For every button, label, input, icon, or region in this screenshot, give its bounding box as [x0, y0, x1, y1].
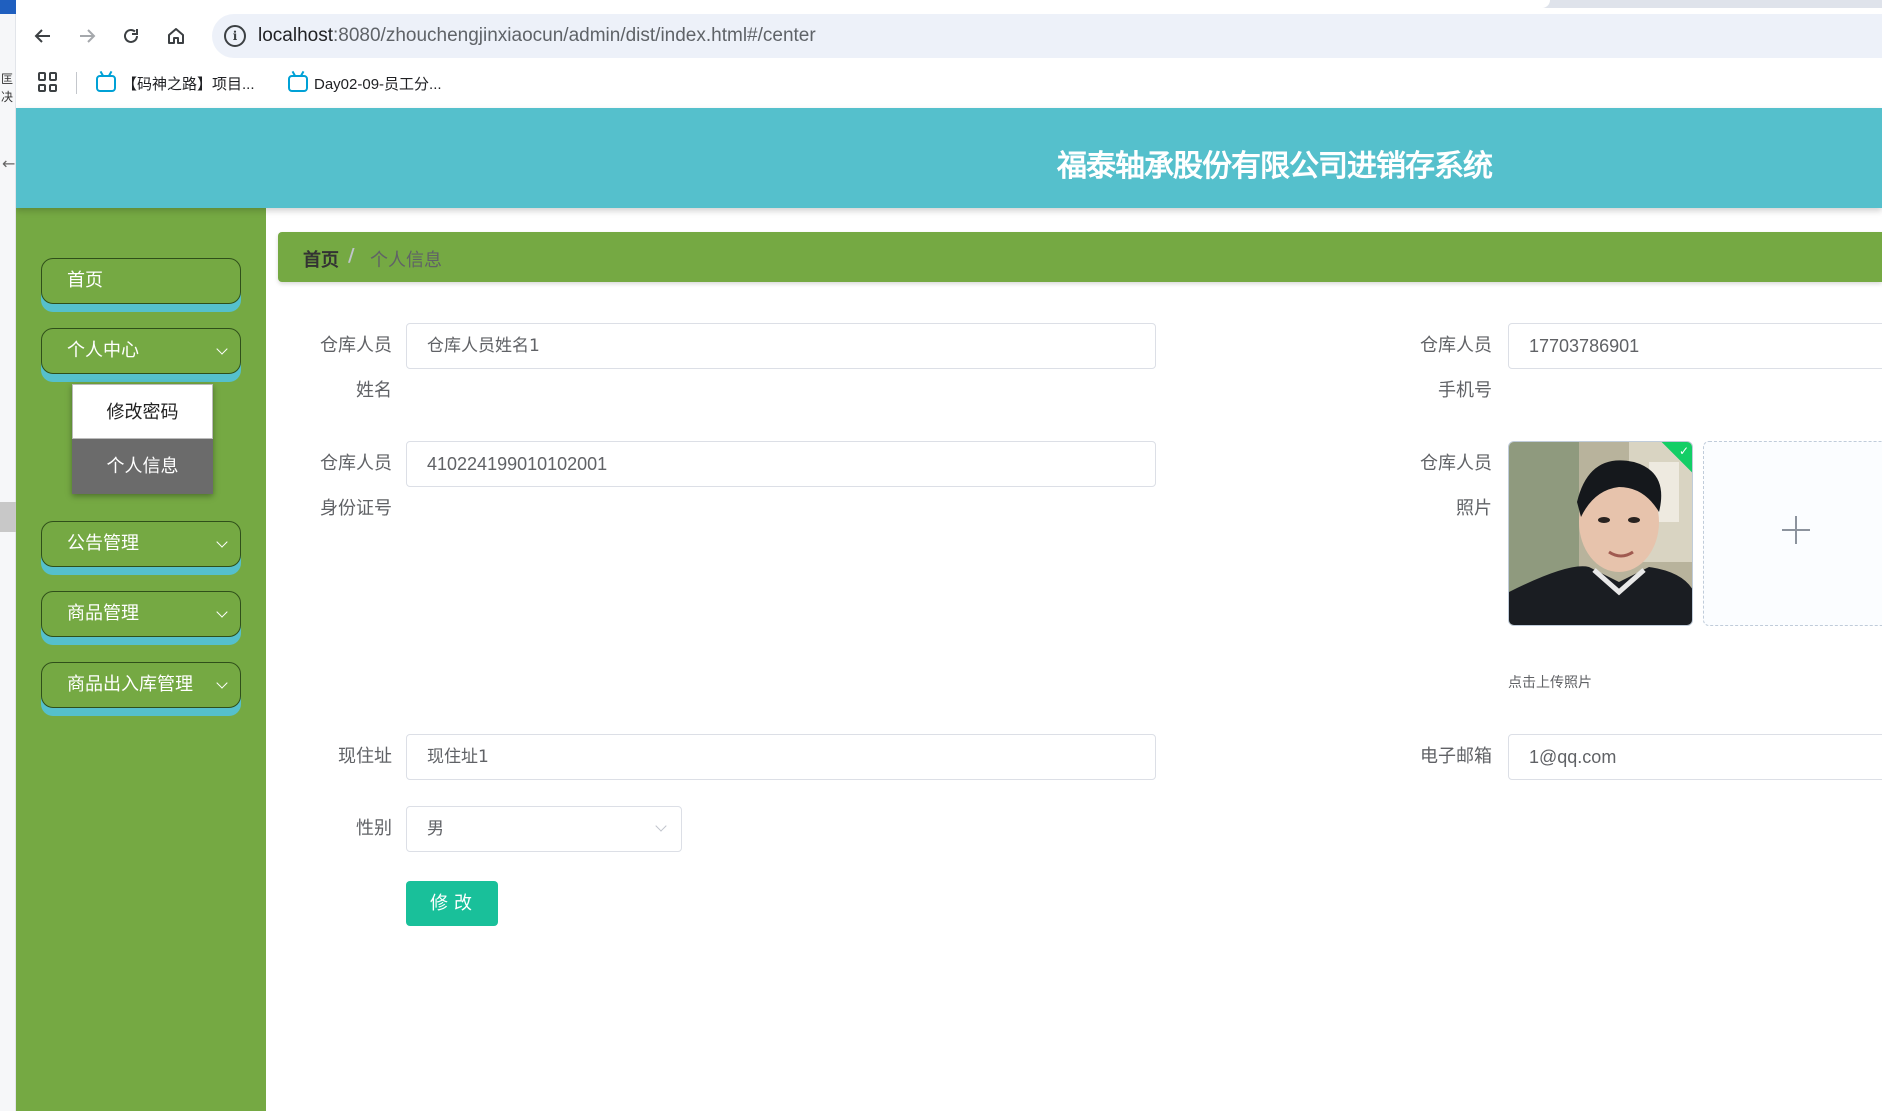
breadcrumb: 首页 / 个人信息	[278, 232, 1882, 282]
sidebar-item-label: 公告管理	[67, 533, 139, 554]
address-input[interactable]: 现住址1	[406, 734, 1156, 780]
sidebar-item-label: 首页	[67, 270, 103, 291]
email-input[interactable]: 1@qq.com	[1508, 734, 1882, 780]
gender-label: 性别	[356, 818, 392, 839]
submenu-item-personal-info[interactable]: 个人信息	[72, 439, 213, 494]
edge-text: 匡	[1, 72, 14, 86]
sidebar-item-label: 商品管理	[67, 603, 139, 624]
photo-label-line2: 照片	[1456, 498, 1492, 519]
address-label: 现住址	[338, 746, 392, 767]
sidebar-item-home[interactable]: 首页	[41, 258, 241, 312]
bookmark-item[interactable]: Day02-09-员工分...	[288, 72, 442, 94]
forward-button[interactable]	[73, 22, 101, 50]
sidebar-item-label: 个人中心	[67, 340, 139, 361]
gender-select-value: 男	[427, 819, 444, 839]
edge-text: 决	[1, 90, 14, 104]
edge-arrow-icon: ←	[2, 154, 16, 173]
breadcrumb-separator: /	[348, 245, 355, 266]
window-edge-accent	[0, 0, 16, 14]
personal-center-submenu: 修改密码 个人信息	[72, 384, 213, 494]
id-number-input[interactable]: 410224199010102001	[406, 441, 1156, 487]
check-icon: ✓	[1678, 444, 1689, 458]
left-window-edge: 匡 决 ←	[0, 0, 16, 1111]
chevron-down-icon	[216, 677, 228, 689]
chevron-down-icon	[216, 536, 228, 548]
portrait-image	[1509, 442, 1692, 625]
phone-label-line2: 手机号	[1438, 380, 1492, 401]
sidebar-item-label: 商品出入库管理	[67, 674, 193, 695]
id-label-line2: 身份证号	[320, 498, 392, 519]
bilibili-icon	[288, 74, 308, 92]
app-title: 福泰轴承股份有限公司进销存系统	[1057, 149, 1493, 184]
app-header: 福泰轴承股份有限公司进销存系统	[16, 108, 1882, 208]
name-label-line1: 仓库人员	[320, 335, 392, 356]
back-button[interactable]	[29, 22, 57, 50]
sidebar: 首页 个人中心 修改密码 个人信息 公告管理 商品管理 商品出入库管理	[16, 208, 266, 1111]
id-label-line1: 仓库人员	[320, 453, 392, 474]
sidebar-item-products[interactable]: 商品管理	[41, 591, 241, 645]
url-text[interactable]: localhost:8080/zhouchengjinxiaocun/admin…	[258, 25, 816, 47]
bookmark-label: 【码神之路】项目...	[122, 75, 255, 93]
phone-label-line1: 仓库人员	[1420, 335, 1492, 356]
bookmark-separator	[76, 72, 77, 94]
forward-arrow-icon	[80, 29, 96, 43]
uploaded-photo[interactable]: ✓	[1508, 441, 1693, 626]
submenu-item-change-password[interactable]: 修改密码	[72, 384, 213, 439]
upload-tip: 点击上传照片	[1508, 675, 1592, 691]
home-icon	[168, 28, 184, 44]
sidebar-item-announcements[interactable]: 公告管理	[41, 521, 241, 575]
window-edge-block	[0, 502, 16, 532]
home-button[interactable]	[162, 22, 190, 50]
reload-icon	[124, 28, 138, 43]
submit-button[interactable]: 修改	[406, 881, 498, 926]
address-bar[interactable]: i localhost:8080/zhouchengjinxiaocun/adm…	[212, 14, 1882, 58]
sidebar-item-stock-in-out[interactable]: 商品出入库管理	[41, 662, 241, 716]
email-label: 电子邮箱	[1420, 746, 1492, 767]
back-arrow-icon	[34, 29, 50, 43]
reload-button[interactable]	[117, 22, 145, 50]
photo-label-line1: 仓库人员	[1420, 453, 1492, 474]
breadcrumb-current: 个人信息	[370, 250, 442, 271]
apps-grid-icon[interactable]	[38, 72, 58, 92]
name-label-line2: 姓名	[356, 380, 392, 401]
bilibili-icon	[96, 74, 116, 92]
chevron-down-icon	[216, 606, 228, 618]
sidebar-item-personal-center[interactable]: 个人中心	[41, 328, 241, 382]
chevron-down-icon	[216, 343, 228, 355]
photo-upload-box[interactable]	[1703, 441, 1882, 626]
name-input[interactable]: 仓库人员姓名1	[406, 323, 1156, 369]
bookmarks-bar: 【码神之路】项目... Day02-09-员工分...	[16, 72, 1882, 108]
gender-select[interactable]: 男	[406, 806, 682, 852]
chevron-down-icon	[655, 820, 667, 832]
tab-strip	[16, 0, 1882, 8]
active-tab[interactable]	[16, 0, 1550, 8]
site-info-icon[interactable]: i	[224, 25, 246, 47]
phone-input[interactable]: 17703786901	[1508, 323, 1882, 369]
breadcrumb-home[interactable]: 首页	[303, 246, 339, 272]
bookmark-label: Day02-09-员工分...	[314, 75, 442, 93]
bookmark-item[interactable]: 【码神之路】项目...	[96, 72, 255, 94]
